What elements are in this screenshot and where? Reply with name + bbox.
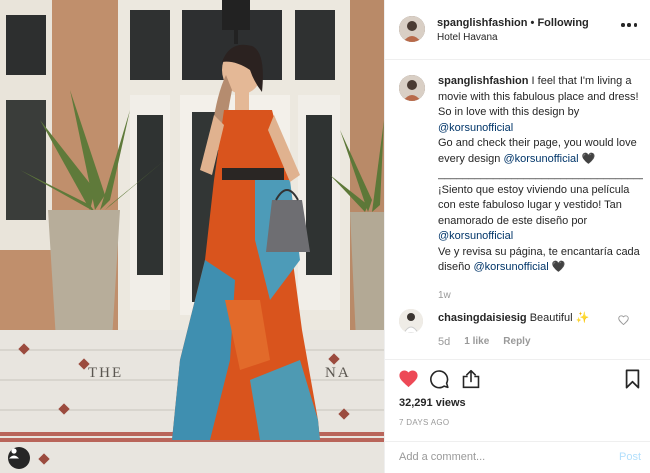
profile-avatar <box>399 16 425 42</box>
post-date[interactable]: 7 DAYS AGO <box>399 418 449 427</box>
post-side-panel: spanglishfashion • Following Hotel Havan… <box>384 0 650 473</box>
caption-username[interactable]: spanglishfashion <box>438 75 528 87</box>
commenter-avatar <box>399 309 423 333</box>
bookmark-icon[interactable] <box>625 369 640 389</box>
mention-link[interactable]: @korsunofficial <box>438 122 513 134</box>
user-tag-icon <box>9 448 19 459</box>
post-actions: 32,291 views 7 DAYS AGO <box>385 359 650 441</box>
black-heart-emoji: 🖤 <box>551 261 566 273</box>
post-media[interactable]: THE NA <box>0 0 384 473</box>
header-username[interactable]: spanglishfashion <box>437 17 527 29</box>
floor-sign-left: THE <box>88 365 123 381</box>
caption-avatar <box>399 75 425 101</box>
comment-meta: 5d 1 like Reply <box>438 336 531 348</box>
reply-button[interactable]: Reply <box>503 336 530 348</box>
comment-text: Beautiful <box>529 312 573 324</box>
location-link[interactable]: Hotel Havana <box>437 32 498 43</box>
comment-timestamp[interactable]: 5d <box>438 336 450 348</box>
caption-text-es-2: Ve y revisa su página, te encantaría cad… <box>438 245 640 274</box>
avatar[interactable] <box>399 75 425 101</box>
heart-icon[interactable] <box>618 315 629 325</box>
comment-username[interactable]: chasingdaisiesig <box>438 312 527 324</box>
more-options-icon[interactable] <box>621 22 637 28</box>
caption-timestamp[interactable]: 1w <box>438 290 451 301</box>
comments-list[interactable]: spanglishfashion I feel that I'm living … <box>385 61 650 359</box>
heart-icon[interactable] <box>398 369 419 388</box>
view-count[interactable]: 32,291 views <box>399 397 466 409</box>
caption-text-en-2: Go and check their page, you would love … <box>438 137 637 165</box>
comment: chasingdaisiesig Beautiful ✨ <box>438 311 589 324</box>
floor-sign-right: NA <box>325 365 351 381</box>
post-photo: THE NA <box>0 0 384 473</box>
caption-text-es: ¡Siento que estoy viviendo una película … <box>438 183 630 243</box>
caption-divider: ________________________________________ <box>438 168 643 180</box>
post-button[interactable]: Post <box>619 451 641 463</box>
mention-link[interactable]: @korsunofficial <box>503 153 578 165</box>
following-button[interactable]: Following <box>537 17 588 29</box>
add-comment-bar: Post <box>385 441 650 473</box>
separator-dot: • <box>530 17 535 29</box>
comment-likes[interactable]: 1 like <box>464 336 489 348</box>
sparkles-emoji: ✨ <box>575 312 590 324</box>
caption: spanglishfashion I feel that I'm living … <box>438 74 643 276</box>
avatar[interactable] <box>399 309 423 333</box>
comment-input[interactable] <box>399 451 599 463</box>
black-heart-emoji: 🖤 <box>581 152 596 165</box>
mention-link[interactable]: @korsunofficial <box>473 261 548 273</box>
comment-icon[interactable] <box>429 369 450 389</box>
mention-link[interactable]: @korsunofficial <box>438 230 513 242</box>
user-tag-button[interactable] <box>8 447 30 469</box>
post-header: spanglishfashion • Following Hotel Havan… <box>385 0 650 60</box>
share-icon[interactable] <box>461 369 481 389</box>
avatar[interactable] <box>399 16 425 42</box>
